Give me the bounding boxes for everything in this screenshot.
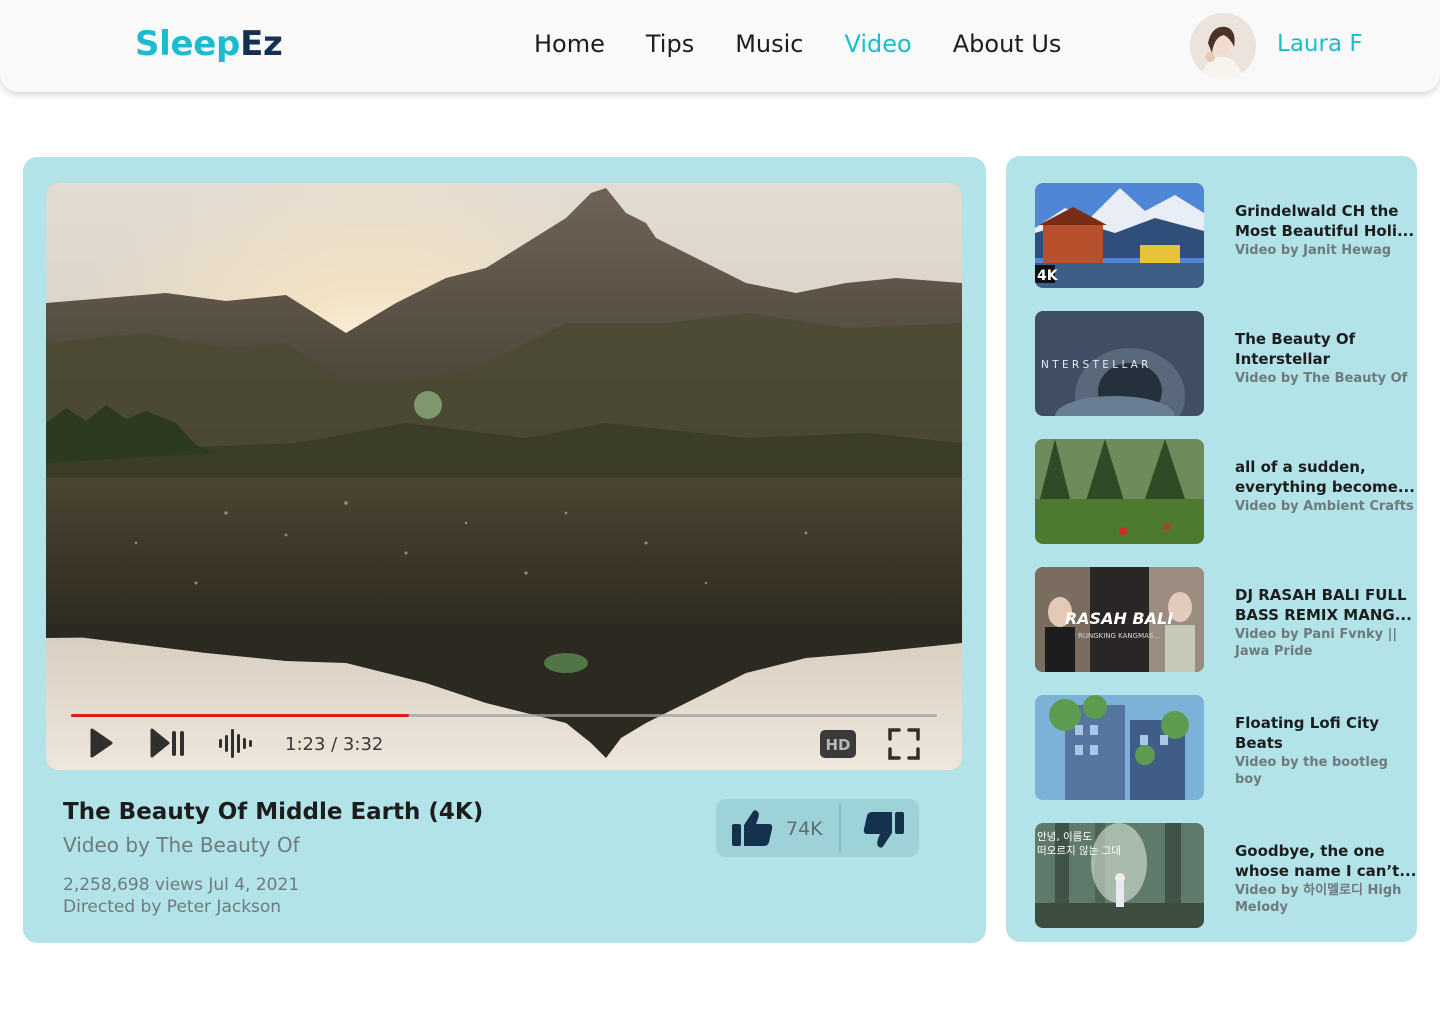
video-player[interactable]: 1:23 / 3:32 HD (46, 183, 962, 770)
recommendation-item[interactable]: 4K Grindelwald CH the Most Beautiful Hol… (1035, 183, 1417, 288)
video-thumbnail[interactable]: 안녕, 이름도 떠오르지 않는 그대 (1035, 823, 1204, 928)
nav-about-us[interactable]: About Us (953, 30, 1062, 58)
director: Directed by Peter Jackson (63, 897, 282, 917)
top-nav-bar: SleepEz Home Tips Music Video About Us L… (0, 0, 1440, 92)
recommendation-title[interactable]: Grindelwald CH the Most Beautiful Holi..… (1235, 201, 1417, 241)
recommendation-channel: Video by The Beauty Of (1235, 371, 1408, 386)
logo[interactable]: SleepEz (135, 24, 283, 64)
views-date: 2,258,698 views Jul 4, 2021 (63, 875, 300, 895)
recommendation-channel: Video by 하이멜로디 High Melody (1235, 883, 1402, 915)
time-display: 1:23 / 3:32 (285, 734, 384, 755)
nav-music[interactable]: Music (735, 30, 803, 58)
recommendations-panel: 4K Grindelwald CH the Most Beautiful Hol… (1006, 156, 1417, 942)
next-icon[interactable] (149, 727, 185, 763)
thumbs-down-icon[interactable] (862, 811, 904, 853)
nav-video[interactable]: Video (845, 30, 912, 58)
vote-divider (839, 804, 841, 852)
recommendation-channel: Video by the bootleg boy (1235, 755, 1388, 787)
player-controls: 1:23 / 3:32 HD (46, 723, 962, 763)
logo-ez: Ez (240, 24, 283, 64)
recommendation-item[interactable]: 안녕, 이름도 떠오르지 않는 그대 Goodbye, the one whose… (1035, 823, 1417, 928)
thumb-text: RASAH BALI (1065, 609, 1173, 628)
thumb-text: N T E R S T E L L A R (1041, 359, 1148, 371)
thumb-badge: 4K (1037, 268, 1059, 284)
hd-icon[interactable]: HD (820, 730, 856, 762)
recommendation-channel: Video by Ambient Crafts (1235, 499, 1414, 514)
hd-label: HD (825, 736, 850, 754)
recommendation-item[interactable]: all of a sudden, everything become... Vi… (1035, 439, 1417, 544)
progress-fill (71, 714, 409, 717)
fullscreen-icon[interactable] (888, 728, 920, 764)
video-thumbnail[interactable]: RASAH BALI RUNGKING KANGMAS... (1035, 567, 1204, 672)
video-title: The Beauty Of Middle Earth (4K) (63, 799, 484, 825)
like-count: 74K (786, 818, 823, 840)
progress-bar[interactable] (71, 714, 937, 717)
thumbs-up-icon[interactable] (732, 809, 774, 851)
video-card: 1:23 / 3:32 HD The Beauty Of Middle Eart… (23, 157, 986, 943)
recommendation-title[interactable]: all of a sudden, everything become... (1235, 457, 1417, 497)
volume-icon[interactable] (218, 727, 252, 763)
logo-sleep: Sleep (135, 24, 241, 64)
user-name[interactable]: Laura F (1277, 31, 1363, 57)
recommendation-title[interactable]: The Beauty Of Interstellar (1235, 329, 1417, 369)
play-icon[interactable] (88, 727, 114, 763)
nav-tips[interactable]: Tips (646, 30, 694, 58)
recommendation-channel: Video by Janit Hewag (1235, 243, 1392, 258)
video-meta: 2,258,698 views Jul 4, 2021 Directed by … (63, 874, 299, 918)
recommendation-title[interactable]: DJ RASAH BALI FULL BASS REMIX MANG... (1235, 585, 1417, 625)
recommendation-title[interactable]: Goodbye, the one whose name I can’t... (1235, 841, 1417, 881)
main-nav: Home Tips Music Video About Us (534, 30, 1102, 58)
recommendation-item[interactable]: RASAH BALI RUNGKING KANGMAS... DJ RASAH … (1035, 567, 1417, 672)
video-thumbnail[interactable]: 4K (1035, 183, 1204, 288)
video-frame (46, 183, 962, 770)
nav-home[interactable]: Home (534, 30, 605, 58)
vote-box: 74K (716, 799, 919, 857)
recommendation-title[interactable]: Floating Lofi City Beats (1235, 713, 1417, 753)
video-thumbnail[interactable] (1035, 439, 1204, 544)
video-thumbnail[interactable]: N T E R S T E L L A R (1035, 311, 1204, 416)
recommendation-item[interactable]: N T E R S T E L L A R The Beauty Of Inte… (1035, 311, 1417, 416)
recommendation-channel: Video by Pani Fvnky || Jawa Pride (1235, 627, 1398, 659)
video-channel[interactable]: Video by The Beauty Of (63, 833, 300, 857)
video-thumbnail[interactable] (1035, 695, 1204, 800)
avatar[interactable] (1190, 13, 1256, 79)
recommendation-item[interactable]: Floating Lofi City Beats Video by the bo… (1035, 695, 1417, 800)
thumb-subtext: RUNGKING KANGMAS... (1078, 632, 1160, 640)
